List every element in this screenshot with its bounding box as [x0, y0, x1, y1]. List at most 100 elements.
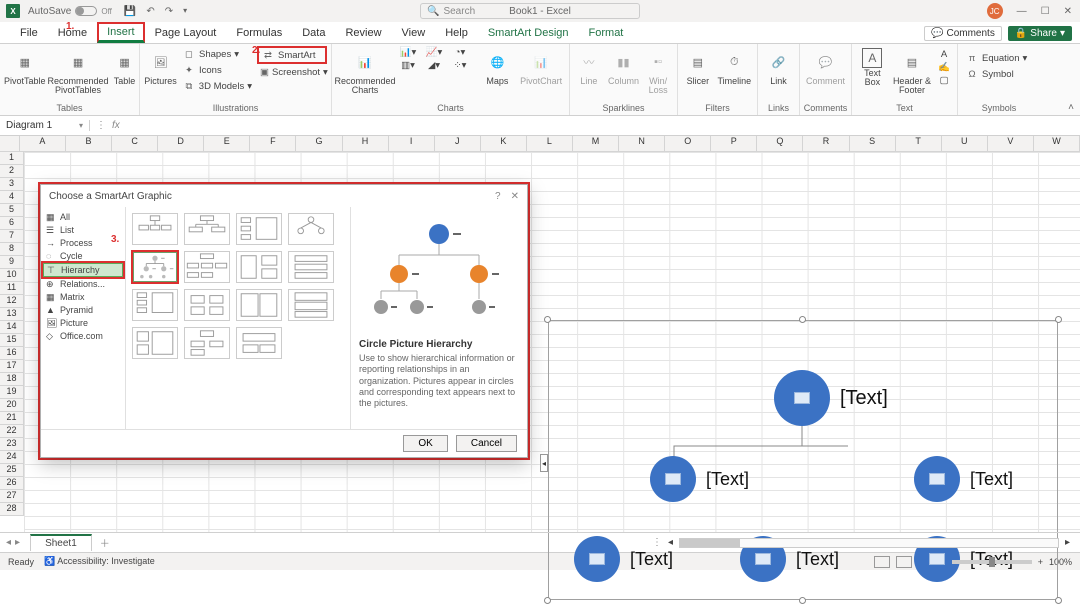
layout-thumb[interactable] [184, 327, 230, 359]
row-header[interactable]: 26 [0, 477, 24, 490]
smartart-node-2[interactable]: [Text] [650, 456, 749, 502]
row-header[interactable]: 21 [0, 412, 24, 425]
close-icon[interactable]: ✕ [1064, 6, 1072, 17]
category-relationship[interactable]: ⊕Relations... [43, 278, 123, 290]
textbox-button[interactable]: AText Box [856, 46, 889, 88]
column-header[interactable]: W [1034, 136, 1080, 152]
smartart-text-2[interactable]: [Text] [706, 469, 749, 490]
category-all[interactable]: ▦All [43, 211, 123, 223]
resize-handle-s[interactable] [799, 597, 806, 604]
row-header[interactable]: 15 [0, 334, 24, 347]
autosave-toggle[interactable] [75, 6, 97, 16]
column-header[interactable]: B [66, 136, 112, 152]
avatar[interactable]: JC [987, 3, 1003, 19]
smartart-text-1[interactable]: [Text] [840, 387, 888, 410]
hscrollbar[interactable] [679, 538, 1059, 548]
column-header[interactable]: P [711, 136, 757, 152]
column-header[interactable]: A [20, 136, 66, 152]
smartart-text-pane-toggle[interactable]: ◂ [540, 454, 548, 472]
row-header[interactable]: 1 [0, 152, 24, 165]
tab-smartart-design[interactable]: SmartArt Design [478, 23, 579, 43]
qat-more-icon[interactable]: ▾ [183, 6, 187, 17]
column-header[interactable]: N [619, 136, 665, 152]
layout-thumb[interactable] [288, 251, 334, 283]
collapse-ribbon-icon[interactable]: ˄ [1068, 102, 1074, 113]
hscroll-left-icon[interactable]: ◂ [668, 537, 673, 548]
pivottable-button[interactable]: ▦PivotTable [4, 46, 46, 86]
hscroll-divider-icon[interactable]: ⋮ [652, 537, 662, 548]
row-header[interactable]: 9 [0, 256, 24, 269]
row-header[interactable]: 7 [0, 230, 24, 243]
smartart-object[interactable]: [Text] [Text] [Text] [Text] [Text] [Text… [548, 320, 1058, 600]
column-header[interactable]: H [343, 136, 389, 152]
sparkline-line-button[interactable]: 〰Line [574, 46, 604, 86]
row-header[interactable]: 18 [0, 373, 24, 386]
resize-handle-ne[interactable] [1055, 316, 1062, 323]
resize-handle-sw[interactable] [544, 597, 551, 604]
smartart-text-3[interactable]: [Text] [970, 469, 1013, 490]
row-header[interactable]: 28 [0, 503, 24, 516]
row-header[interactable]: 2 [0, 165, 24, 178]
row-header[interactable]: 24 [0, 451, 24, 464]
scatter-chart-icon[interactable]: ⁘▾ [448, 59, 472, 72]
row-header[interactable]: 23 [0, 438, 24, 451]
layout-thumb[interactable] [184, 251, 230, 283]
column-header[interactable]: G [296, 136, 342, 152]
column-header[interactable]: I [389, 136, 435, 152]
column-header[interactable]: T [896, 136, 942, 152]
save-icon[interactable]: 💾 [124, 6, 136, 17]
redo-icon[interactable]: ↷ [165, 6, 173, 17]
tab-insert[interactable]: Insert [97, 22, 145, 43]
category-hierarchy[interactable]: ⊤Hierarchy [43, 263, 123, 277]
layout-thumb[interactable] [236, 327, 282, 359]
dialog-close-icon[interactable]: ✕ [511, 191, 519, 202]
category-cycle[interactable]: ◌Cycle [43, 250, 123, 262]
row-header[interactable]: 22 [0, 425, 24, 438]
smartart-node-1[interactable]: [Text] [774, 370, 888, 426]
sheet-nav-next-icon[interactable]: ▸ [15, 537, 20, 548]
tab-formulas[interactable]: Formulas [226, 23, 292, 43]
sparkline-winloss-button[interactable]: ▪▫Win/ Loss [643, 46, 673, 96]
new-sheet-button[interactable]: ＋ [100, 535, 110, 550]
row-header[interactable]: 14 [0, 321, 24, 334]
header-footer-button[interactable]: ▤Header & Footer [891, 46, 933, 96]
chevron-down-icon[interactable]: ▾ [79, 121, 83, 130]
category-office[interactable]: ◇Office.com [43, 330, 123, 342]
layout-thumb[interactable] [132, 289, 178, 321]
layout-thumb[interactable] [236, 251, 282, 283]
layout-thumb[interactable] [184, 213, 230, 245]
name-box[interactable]: Diagram 1▾ [0, 120, 90, 131]
category-pyramid[interactable]: ▲Pyramid [43, 304, 123, 316]
hscroll-right-icon[interactable]: ▸ [1065, 537, 1070, 548]
category-matrix[interactable]: ▦Matrix [43, 291, 123, 303]
column-header[interactable]: S [850, 136, 896, 152]
tab-format[interactable]: Format [579, 23, 634, 43]
undo-icon[interactable]: ↶ [146, 6, 154, 17]
sparkline-column-button[interactable]: ▮▮Column [606, 46, 641, 86]
column-header[interactable]: Q [757, 136, 803, 152]
layout-thumb[interactable] [288, 213, 334, 245]
row-header[interactable]: 3 [0, 178, 24, 191]
pie-chart-icon[interactable]: ◔▾ [448, 46, 472, 59]
tab-file[interactable]: File [10, 23, 48, 43]
column-header[interactable]: O [665, 136, 711, 152]
3d-models-button[interactable]: ⧉3D Models ▾ [179, 78, 255, 94]
row-header[interactable]: 10 [0, 269, 24, 282]
maximize-icon[interactable]: ☐ [1041, 6, 1050, 17]
resize-handle-se[interactable] [1055, 597, 1062, 604]
line-chart-icon[interactable]: 📈▾ [422, 46, 446, 59]
row-header[interactable]: 13 [0, 308, 24, 321]
column-header[interactable]: D [158, 136, 204, 152]
zoom-slider[interactable] [952, 560, 1032, 564]
row-header[interactable]: 12 [0, 295, 24, 308]
cancel-button[interactable]: Cancel [456, 435, 517, 452]
column-header[interactable]: F [250, 136, 296, 152]
layout-thumb[interactable] [132, 213, 178, 245]
column-header[interactable]: C [112, 136, 158, 152]
object-icon[interactable]: ▢ [935, 74, 953, 87]
column-header[interactable]: R [803, 136, 849, 152]
layout-thumb[interactable] [288, 289, 334, 321]
layout-thumb[interactable] [236, 289, 282, 321]
hscroll-thumb[interactable] [680, 539, 740, 547]
fx-dropdown-icon[interactable]: ⋮ [96, 120, 106, 131]
